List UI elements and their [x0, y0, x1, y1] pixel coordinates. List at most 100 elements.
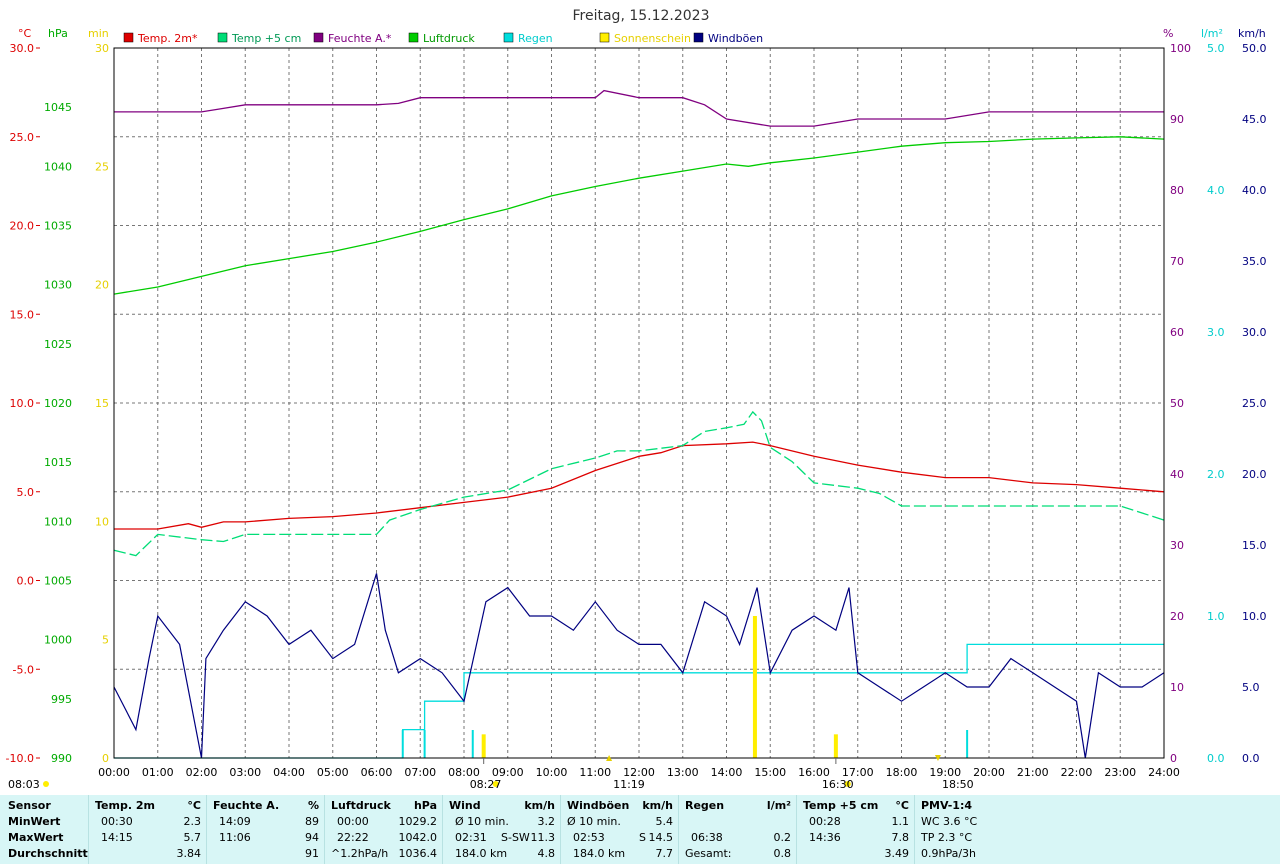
- time-tick: 14:00: [711, 766, 743, 779]
- hpa-tick: 1010: [44, 515, 72, 528]
- summary-gusts: Windböen km/h Ø 10 min. 5.4 02:53 S 14.5…: [560, 795, 679, 864]
- hpa-tick: 1000: [44, 634, 72, 647]
- temp-tick: 15.0: [10, 308, 35, 321]
- kmh-tick: 50.0: [1242, 42, 1267, 55]
- temp-tick: -5.0: [13, 663, 34, 676]
- rain-tick: 1.0: [1207, 610, 1225, 623]
- gusts-min-label: Ø 10 min.: [567, 815, 621, 828]
- legend-label: Luftdruck: [423, 32, 475, 45]
- pct-tick: 90: [1170, 113, 1184, 126]
- wind-max-dir: S-SW: [501, 831, 530, 844]
- time-tick: 13:00: [667, 766, 699, 779]
- humidity-max-val: 94: [305, 831, 319, 844]
- pressure-min-val: 1029.2: [398, 815, 438, 828]
- time-tick: 24:00: [1148, 766, 1180, 779]
- time-tick: 06:00: [361, 766, 393, 779]
- humidity-min-val: 89: [305, 815, 319, 828]
- temp2m-title: Temp. 2m: [95, 799, 155, 812]
- temp5cm-min-val: 1.1: [891, 815, 910, 828]
- legend-swatch: [408, 32, 419, 43]
- summary-table: Sensor MinWert MaxWert Durchschnitt Temp…: [0, 795, 1280, 864]
- pct-unit-label: %: [1163, 27, 1173, 40]
- pressure-trend: ^1.2hPa/h: [331, 847, 389, 860]
- pct-tick: 10: [1170, 681, 1184, 694]
- pct-tick: 60: [1170, 326, 1184, 339]
- wind-avg: 4.8: [537, 847, 556, 860]
- hpa-tick: 1035: [44, 220, 72, 233]
- temp-tick: 25.0: [10, 131, 35, 144]
- humidity-unit: %: [307, 799, 319, 812]
- temp2m-min-time: 00:30: [101, 815, 133, 828]
- temp2m-max-val: 5.7: [183, 831, 202, 844]
- time-tick: 15:00: [754, 766, 786, 779]
- temp-unit-label: °C: [18, 27, 32, 40]
- temp5cm-max-val: 7.8: [891, 831, 910, 844]
- time-tick: 04:00: [273, 766, 305, 779]
- kmh-tick: 20.0: [1242, 468, 1267, 481]
- rain-unit: l/m²: [766, 799, 791, 812]
- pressure-unit: hPa: [413, 799, 437, 812]
- legend-swatch: [599, 32, 610, 43]
- kmh-tick: 10.0: [1242, 610, 1267, 623]
- kmh-tick: 0.0: [1242, 752, 1260, 765]
- summary-rowlabels: Sensor MinWert MaxWert Durchschnitt: [0, 795, 88, 864]
- min-unit-label: min: [88, 27, 109, 40]
- time-tick: 00:00: [98, 766, 130, 779]
- min-tick: 15: [95, 397, 109, 410]
- gusts-max-val: 14.5: [648, 831, 674, 844]
- chart-grid: [114, 48, 1164, 758]
- legend-label: Feuchte A.*: [328, 32, 392, 45]
- pct-tick: 80: [1170, 184, 1184, 197]
- pct-tick: 70: [1170, 255, 1184, 268]
- hpa-tick: 995: [51, 693, 72, 706]
- pressure-max-time: 22:22: [337, 831, 369, 844]
- temp2m-unit: °C: [187, 799, 201, 812]
- hpa-tick: 1020: [44, 397, 72, 410]
- sunshine-bar: [481, 734, 486, 758]
- kmh-tick: 30.0: [1242, 326, 1267, 339]
- min-tick: 0: [102, 752, 109, 765]
- rain-tick: 2.0: [1207, 468, 1225, 481]
- time-tick: 01:00: [142, 766, 174, 779]
- summary-rain: Regen l/m² 06:38 0.2 Gesamt: 0.8: [678, 795, 797, 864]
- gusts-max-dir: S: [639, 831, 646, 844]
- rain-unit-label: l/m²: [1201, 27, 1223, 40]
- row-avg: Durchschnitt: [8, 847, 88, 860]
- rain-tick: 3.0: [1207, 326, 1225, 339]
- gusts-title: Windböen: [567, 799, 630, 812]
- rain-total-label: Gesamt:: [685, 847, 732, 860]
- sunset-marker-label: 16:30: [822, 778, 854, 791]
- hpa-tick: 1015: [44, 456, 72, 469]
- pressure-min-time: 00:00: [337, 815, 369, 828]
- temp-tick: 0.0: [17, 575, 35, 588]
- wind-dist: 184.0 km: [455, 847, 508, 860]
- time-tick: 10:00: [536, 766, 568, 779]
- time-tick: 07:00: [404, 766, 436, 779]
- chart-series: [113, 89, 1165, 759]
- kmh-unit-label: km/h: [1238, 27, 1266, 40]
- gusts-max-time: 02:53: [573, 831, 605, 844]
- legend-label: Temp. 2m*: [137, 32, 198, 45]
- humidity-avg: 91: [305, 847, 319, 860]
- chart-title: Freitag, 15.12.2023: [573, 8, 710, 24]
- left-time-label: 08:03: [8, 778, 40, 791]
- moon-label: 18:50: [942, 778, 974, 791]
- time-tick: 03:00: [229, 766, 261, 779]
- hpa-tick: 1040: [44, 160, 72, 173]
- temp5cm-avg: 3.49: [884, 847, 910, 860]
- temp-tick: 10.0: [10, 397, 35, 410]
- gusts-dist: 184.0 km: [573, 847, 626, 860]
- sunshine-bar: [833, 734, 838, 758]
- summary-pmv: PMV-1:4 WC 3.6 °C TP 2.3 °C 0.9hPa/3h: [914, 795, 1280, 864]
- row-min: MinWert: [8, 815, 61, 828]
- temp-tick: 5.0: [17, 486, 35, 499]
- min-tick: 30: [95, 42, 109, 55]
- rain-total: 0.8: [773, 847, 792, 860]
- temp5cm-max-time: 14:36: [809, 831, 841, 844]
- legend-swatch: [313, 32, 324, 43]
- legend-label: Windböen: [708, 32, 763, 45]
- kmh-tick: 45.0: [1242, 113, 1267, 126]
- kmh-tick: 15.0: [1242, 539, 1267, 552]
- humidity-max-time: 11:06: [219, 831, 251, 844]
- temp2m-min-val: 2.3: [183, 815, 202, 828]
